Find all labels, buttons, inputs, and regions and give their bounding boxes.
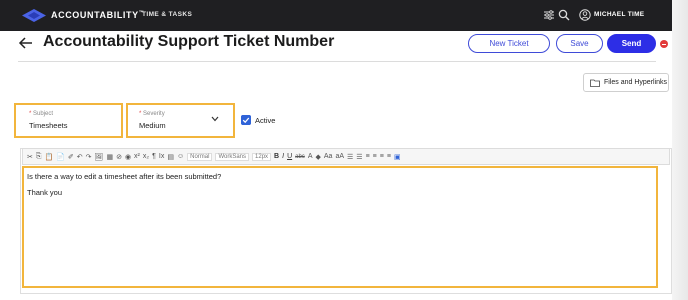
save-button[interactable]: Save	[556, 34, 603, 53]
copy-icon[interactable]: ⎘	[36, 153, 42, 161]
redo-icon[interactable]: ↷	[86, 153, 92, 161]
top-navigation-bar: ACCOUNTABILITY™ TIME & TASKS MICHAEL TIM…	[0, 0, 688, 31]
fullscreen-icon[interactable]: ▣	[394, 153, 401, 161]
message-line-1: Is there a way to edit a timesheet after…	[27, 172, 222, 181]
severity-value: Medium	[139, 121, 166, 130]
brand-text: ACCOUNTABILITY	[51, 10, 139, 20]
bold-button[interactable]: B	[274, 153, 279, 160]
message-body-editor[interactable]: Is there a way to edit a timesheet after…	[22, 166, 658, 288]
align-left-icon[interactable]: ≡	[366, 153, 370, 160]
paste-text-icon[interactable]: 📄	[56, 153, 65, 161]
app-section-title: TIME & TASKS	[142, 11, 193, 18]
active-checkbox[interactable]	[241, 115, 251, 125]
editor-toolbar: ✂ ⎘ 📋 📄 ✐ ↶ ↷ 🖼 ▦ ⊘ ◉ x² x₂ ¶ Ix ▤ ☺ Nor…	[22, 148, 670, 165]
page-title: Accountability Support Ticket Number	[43, 33, 335, 50]
files-and-hyperlinks-button[interactable]: Files and Hyperlinks	[583, 73, 669, 92]
subject-field[interactable]: * Subject Timesheets	[17, 106, 120, 135]
uppercase-icon[interactable]: Aa	[324, 153, 333, 160]
lowercase-icon[interactable]: aA	[335, 153, 344, 160]
settings-sliders-icon[interactable]	[543, 9, 555, 21]
table-icon[interactable]: ▦	[106, 153, 113, 161]
calendar-icon[interactable]: ▤	[167, 153, 174, 161]
paste-icon[interactable]: 📋	[44, 153, 53, 161]
accountability-logo-icon[interactable]	[22, 9, 46, 22]
format-select[interactable]: Normal	[187, 152, 213, 161]
clear-format-icon[interactable]: Ix	[159, 153, 164, 160]
numbered-list-icon[interactable]: ☰	[356, 153, 362, 161]
severity-dropdown[interactable]: * Severity Medium	[129, 106, 232, 135]
superscript-icon[interactable]: x²	[134, 153, 140, 160]
required-mark: *	[139, 111, 142, 117]
image-icon[interactable]: 🖼	[95, 153, 104, 161]
subscript-icon[interactable]: x₂	[143, 153, 149, 160]
chevron-down-icon[interactable]	[211, 116, 219, 122]
files-button-label: Files and Hyperlinks	[604, 79, 668, 86]
user-avatar-icon[interactable]	[579, 9, 591, 21]
header-divider	[18, 61, 656, 62]
user-name[interactable]: MICHAEL TIME	[594, 11, 644, 18]
subject-label: * Subject	[29, 111, 53, 117]
brand-name: ACCOUNTABILITY™	[51, 10, 144, 20]
highlight-color-icon[interactable]: ◆	[315, 153, 320, 161]
required-mark: *	[29, 111, 32, 117]
window-edge	[672, 0, 688, 300]
underline-button[interactable]: U	[287, 153, 292, 160]
severity-label-text: Severity	[143, 111, 165, 117]
active-label: Active	[255, 116, 276, 125]
folder-icon	[590, 79, 600, 87]
italic-button[interactable]: I	[282, 153, 284, 160]
subject-value[interactable]: Timesheets	[29, 121, 68, 130]
undo-icon[interactable]: ↶	[77, 153, 83, 161]
emoji-icon[interactable]: ☺	[177, 153, 184, 160]
font-color-icon[interactable]: A	[308, 153, 313, 160]
size-select[interactable]: 12px	[252, 152, 272, 161]
align-justify-icon[interactable]: ≡	[387, 153, 391, 160]
align-center-icon[interactable]: ≡	[373, 153, 377, 160]
subject-label-text: Subject	[33, 111, 54, 117]
cut-icon[interactable]: ✂	[27, 153, 33, 161]
paragraph-icon[interactable]: ¶	[152, 153, 156, 160]
send-button[interactable]: Send	[607, 34, 656, 53]
unlink-icon[interactable]: ⊘	[116, 153, 122, 161]
cancel-icon[interactable]	[660, 40, 668, 48]
message-line-2: Thank you	[27, 188, 63, 197]
align-right-icon[interactable]: ≡	[380, 153, 384, 160]
search-icon[interactable]	[558, 9, 570, 21]
font-select[interactable]: WorkSans	[215, 152, 250, 161]
severity-label: * Severity	[139, 111, 165, 117]
strikethrough-button[interactable]: abc	[295, 154, 305, 160]
format-painter-icon[interactable]: ✐	[68, 153, 74, 161]
bullet-list-icon[interactable]: ☰	[347, 153, 353, 161]
new-ticket-button[interactable]: New Ticket	[468, 34, 550, 53]
anchor-icon[interactable]: ◉	[125, 153, 131, 161]
back-arrow-icon[interactable]	[18, 36, 34, 50]
